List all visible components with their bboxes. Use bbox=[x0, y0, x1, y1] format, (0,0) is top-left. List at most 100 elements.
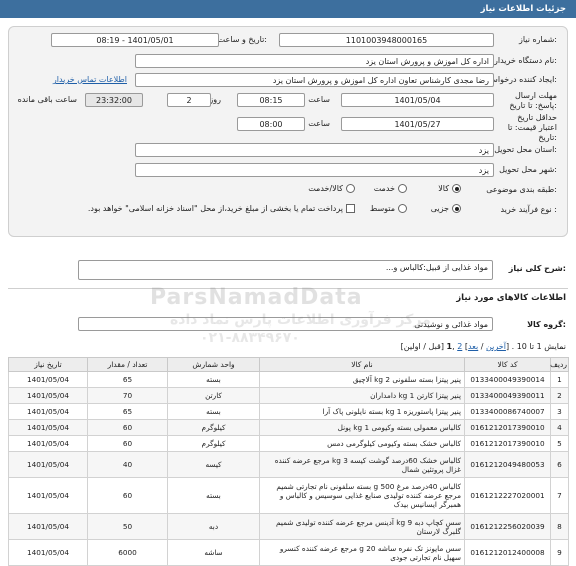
col-header-row: ردیف bbox=[550, 357, 569, 372]
creator-label: ایجاد کننده درخواست: bbox=[483, 75, 557, 84]
checkbox-icon[interactable] bbox=[346, 204, 355, 213]
process-option-medium[interactable]: متوسط bbox=[370, 204, 407, 213]
buyer-field: اداره کل اموزش و پرورش استان یزد bbox=[135, 54, 494, 68]
table-row: 6 0161212049480053 کالباس خشک 60درصد گوشت … bbox=[8, 451, 569, 478]
table-row: 5 0161212017390010 کالباس خشک بسته وکیومی … bbox=[8, 435, 569, 452]
treasury-payment-option[interactable]: پرداخت تمام یا بخشی از مبلغ خرید،از محل … bbox=[88, 204, 355, 213]
pager-first: اولین bbox=[403, 342, 421, 351]
cell-row-number: 6 bbox=[550, 451, 569, 478]
cell-quantity: 6000 bbox=[87, 539, 168, 566]
watermark-phone: ۰۲۱-۸۸۳۴۹۶۷۰ bbox=[200, 330, 300, 346]
cell-item-name: کالباس خشک 60درصد گوشت کیسه 3 kg مرجع عر… bbox=[259, 451, 465, 478]
deadline-time-label: ساعت bbox=[308, 95, 330, 104]
cell-row-number: 5 bbox=[550, 435, 569, 452]
days-field: 2 bbox=[167, 93, 211, 107]
pager-page-2[interactable]: 2 bbox=[457, 342, 462, 351]
table-row: 3 0133400086740007 پنیر پیتزا پاستوریزه 1 … bbox=[8, 403, 569, 420]
cell-unit: کیسه bbox=[167, 451, 260, 478]
watermark: ParsNamadData bbox=[150, 285, 363, 310]
watermark-subtitle: مرکز فرآوری اطلاعات پارس نماد داده bbox=[170, 312, 431, 328]
group-label: گروه کالا: bbox=[527, 320, 566, 329]
pager-next-link[interactable]: بعد bbox=[468, 342, 478, 351]
radio-icon[interactable] bbox=[398, 184, 407, 193]
cell-quantity: 50 bbox=[87, 513, 168, 540]
buyer-label: نام دستگاه خریدار: bbox=[493, 56, 557, 65]
cell-item-name: کالباس معمولی بسته وکیومی 1 kg پونل bbox=[259, 419, 465, 436]
cell-unit: بسته bbox=[167, 371, 260, 388]
cell-need-date: 1401/05/04 bbox=[8, 435, 88, 452]
cell-unit: بسته bbox=[167, 477, 260, 514]
category-option-service[interactable]: خدمت bbox=[374, 184, 407, 193]
radio-selected-icon[interactable] bbox=[452, 184, 461, 193]
radio-icon[interactable] bbox=[346, 184, 355, 193]
col-header-date: تاریخ نیاز bbox=[8, 357, 88, 372]
table-row: 9 0161212012400008 سس مایونز تک نفره ساشه … bbox=[8, 539, 569, 566]
deadline-date-field: 1401/05/04 bbox=[341, 93, 494, 107]
col-header-unit: واحد شمارش bbox=[167, 357, 260, 372]
announce-field: 1401/05/01 - 08:19 bbox=[51, 33, 219, 47]
table-row: 4 0161212017390010 کالباس معمولی بسته وکیو… bbox=[8, 419, 569, 436]
cell-need-date: 1401/05/04 bbox=[8, 513, 88, 540]
category-option-goods[interactable]: کالا bbox=[438, 184, 461, 193]
remaining-label: ساعت باقی مانده bbox=[17, 95, 77, 104]
cell-need-date: 1401/05/04 bbox=[8, 403, 88, 420]
cell-unit: کارتن bbox=[167, 387, 260, 404]
col-header-name: نام کالا bbox=[259, 357, 465, 372]
validity-time-label: ساعت bbox=[308, 119, 330, 128]
goods-table: ردیف کد کالا نام کالا واحد شمارش تعداد /… bbox=[8, 357, 569, 566]
table-row: 8 0161212256020039 سس کچاپ دبه 9 kg آدینس … bbox=[8, 513, 569, 540]
city-field: یزد bbox=[135, 163, 494, 177]
remaining-time-field: 23:32:00 bbox=[85, 93, 143, 107]
cell-item-code: 0161212017390010 bbox=[464, 419, 551, 436]
summary-label: شرح کلی نیاز: bbox=[508, 264, 566, 273]
cell-item-code: 0161212256020039 bbox=[464, 513, 551, 540]
need-details-panel: شماره نیاز: 1101003948000165 تاریخ و ساع… bbox=[8, 26, 568, 237]
city-label: شهر محل تحویل: bbox=[499, 165, 557, 174]
cell-item-name: پنیر پیتزا کارتن 1 kg دامداران bbox=[259, 387, 465, 404]
validity-date-field: 1401/05/27 bbox=[341, 117, 494, 131]
cell-row-number: 8 bbox=[550, 513, 569, 540]
cell-item-code: 0161212012400008 bbox=[464, 539, 551, 566]
cell-item-code: 0133400049390014 bbox=[464, 371, 551, 388]
cell-unit: بسته bbox=[167, 403, 260, 420]
cell-unit: کیلوگرم bbox=[167, 435, 260, 452]
need-number-field: 1101003948000165 bbox=[279, 33, 494, 47]
validity-time-field: 08:00 bbox=[237, 117, 305, 131]
pager-last-link[interactable]: آخرین bbox=[486, 342, 506, 351]
cell-need-date: 1401/05/04 bbox=[8, 451, 88, 478]
summary-field: مواد غذایی از قبیل:کالباس و... bbox=[78, 260, 493, 280]
table-header-row: ردیف کد کالا نام کالا واحد شمارش تعداد /… bbox=[8, 357, 569, 372]
pager-prev: قبل bbox=[428, 342, 441, 351]
cell-row-number: 2 bbox=[550, 387, 569, 404]
process-option-minor[interactable]: جزیی bbox=[431, 204, 461, 213]
cell-item-code: 0133400086740007 bbox=[464, 403, 551, 420]
cell-need-date: 1401/05/04 bbox=[8, 477, 88, 514]
table-row: 2 0133400049390011 پنیر پیتزا کارتن 1 kg د… bbox=[8, 387, 569, 404]
cell-item-name: سس مایونز تک نفره ساشه 20 g مرجع عرضه کن… bbox=[259, 539, 465, 566]
pager-page-1: 1 bbox=[446, 342, 453, 351]
cell-need-date: 1401/05/04 bbox=[8, 539, 88, 566]
deadline-label: مهلت ارسال پاسخ: تا تاریخ: bbox=[509, 91, 557, 110]
cell-item-code: 0161212227020001 bbox=[464, 477, 551, 514]
cell-row-number: 9 bbox=[550, 539, 569, 566]
cell-item-name: پنیر پیتزا بسته سلفونی 2 kg آلاچیق bbox=[259, 371, 465, 388]
goods-section-title: اطلاعات کالاهای مورد نیاز bbox=[456, 293, 566, 303]
cell-row-number: 3 bbox=[550, 403, 569, 420]
cell-item-code: 0161212049480053 bbox=[464, 451, 551, 478]
cell-quantity: 60 bbox=[87, 435, 168, 452]
category-option-both[interactable]: کالا/خدمت bbox=[308, 184, 355, 193]
creator-field: رضا مجدی کارشناس تعاون اداره کل اموزش و … bbox=[135, 73, 494, 87]
cell-item-name: کالباس 40درصد مرغ 500 g بسته سلفونی نام … bbox=[259, 477, 465, 514]
radio-icon[interactable] bbox=[398, 204, 407, 213]
cell-quantity: 65 bbox=[87, 403, 168, 420]
buyer-contact-link[interactable]: اطلاعات تماس خریدار bbox=[53, 75, 127, 84]
cell-need-date: 1401/05/04 bbox=[8, 371, 88, 388]
table-row: 1 0133400049390014 پنیر پیتزا بسته سلفونی … bbox=[8, 371, 569, 388]
page-header: جزئیات اطلاعات نیاز bbox=[0, 0, 576, 18]
validity-label: حداقل تاریخ اعتبار قیمت: تا تاریخ: bbox=[507, 113, 557, 142]
category-label: طبقه بندی موضوعی: bbox=[486, 185, 557, 194]
cell-item-name: کالباس خشک بسته وکیومی کیلوگرمی دمس bbox=[259, 435, 465, 452]
cell-quantity: 60 bbox=[87, 477, 168, 514]
cell-need-date: 1401/05/04 bbox=[8, 419, 88, 436]
radio-selected-icon[interactable] bbox=[452, 204, 461, 213]
